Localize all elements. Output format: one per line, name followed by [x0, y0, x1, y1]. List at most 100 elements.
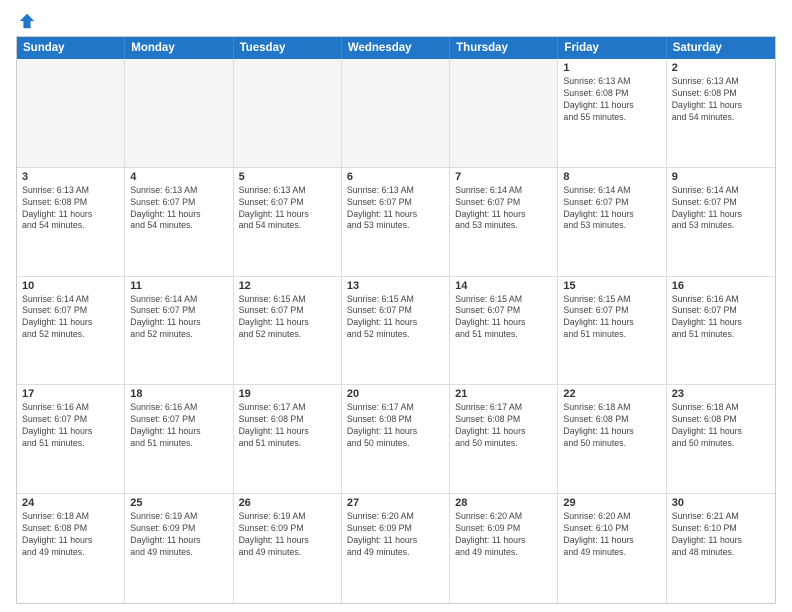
calendar-cell: 11Sunrise: 6:14 AMSunset: 6:07 PMDayligh… — [125, 277, 233, 385]
cell-info: Sunrise: 6:16 AMSunset: 6:07 PMDaylight:… — [672, 294, 770, 342]
cell-info: Sunrise: 6:16 AMSunset: 6:07 PMDaylight:… — [22, 402, 119, 450]
cell-info: Sunrise: 6:14 AMSunset: 6:07 PMDaylight:… — [672, 185, 770, 233]
calendar-cell: 17 Sunrise: 6:16 AMSunset: 6:07 PMDayligh… — [17, 385, 125, 493]
calendar-cell: 24 Sunrise: 6:18 AMSunset: 6:08 PMDayligh… — [17, 494, 125, 603]
calendar-cell: 16 Sunrise: 6:16 AMSunset: 6:07 PMDayligh… — [667, 277, 775, 385]
calendar-cell: 10 Sunrise: 6:14 AMSunset: 6:07 PMDayligh… — [17, 277, 125, 385]
day-number: 28 — [455, 497, 552, 509]
page: SundayMondayTuesdayWednesdayThursdayFrid… — [0, 0, 792, 612]
day-number: 24 — [22, 497, 119, 509]
day-number: 27 — [347, 497, 444, 509]
cell-info: Sunrise: 6:13 AMSunset: 6:07 PMDaylight:… — [130, 185, 227, 233]
calendar-cell: 19 Sunrise: 6:17 AMSunset: 6:08 PMDayligh… — [234, 385, 342, 493]
cell-info: Sunrise: 6:18 AMSunset: 6:08 PMDaylight:… — [672, 402, 770, 450]
calendar-cell — [125, 59, 233, 167]
day-number: 15 — [563, 280, 660, 292]
calendar-cell: 29Sunrise: 6:20 AMSunset: 6:10 PMDayligh… — [558, 494, 666, 603]
day-number: 4 — [130, 171, 227, 183]
cell-info: Sunrise: 6:14 AMSunset: 6:07 PMDaylight:… — [563, 185, 660, 233]
calendar-cell: 13Sunrise: 6:15 AMSunset: 6:07 PMDayligh… — [342, 277, 450, 385]
cell-info: Sunrise: 6:15 AMSunset: 6:07 PMDaylight:… — [347, 294, 444, 342]
cell-info: Sunrise: 6:14 AMSunset: 6:07 PMDaylight:… — [22, 294, 119, 342]
calendar-header-day: Wednesday — [342, 37, 450, 59]
calendar-cell: 20Sunrise: 6:17 AMSunset: 6:08 PMDayligh… — [342, 385, 450, 493]
day-number: 30 — [672, 497, 770, 509]
calendar-cell: 22Sunrise: 6:18 AMSunset: 6:08 PMDayligh… — [558, 385, 666, 493]
cell-info: Sunrise: 6:19 AMSunset: 6:09 PMDaylight:… — [130, 511, 227, 559]
cell-info: Sunrise: 6:15 AMSunset: 6:07 PMDaylight:… — [455, 294, 552, 342]
calendar-header-day: Thursday — [450, 37, 558, 59]
day-number: 1 — [563, 62, 660, 74]
cell-info: Sunrise: 6:13 AMSunset: 6:08 PMDaylight:… — [672, 76, 770, 124]
calendar-cell — [234, 59, 342, 167]
day-number: 25 — [130, 497, 227, 509]
day-number: 16 — [672, 280, 770, 292]
calendar-row: 17 Sunrise: 6:16 AMSunset: 6:07 PMDayligh… — [17, 385, 775, 494]
calendar-cell: 14 Sunrise: 6:15 AMSunset: 6:07 PMDayligh… — [450, 277, 558, 385]
calendar-cell: 26 Sunrise: 6:19 AMSunset: 6:09 PMDayligh… — [234, 494, 342, 603]
cell-info: Sunrise: 6:15 AMSunset: 6:07 PMDaylight:… — [563, 294, 660, 342]
cell-info: Sunrise: 6:18 AMSunset: 6:08 PMDaylight:… — [22, 511, 119, 559]
calendar-header-day: Monday — [125, 37, 233, 59]
day-number: 7 — [455, 171, 552, 183]
cell-info: Sunrise: 6:14 AMSunset: 6:07 PMDaylight:… — [455, 185, 552, 233]
day-number: 12 — [239, 280, 336, 292]
calendar-cell: 23 Sunrise: 6:18 AMSunset: 6:08 PMDayligh… — [667, 385, 775, 493]
calendar-row: 10 Sunrise: 6:14 AMSunset: 6:07 PMDayligh… — [17, 277, 775, 386]
calendar: SundayMondayTuesdayWednesdayThursdayFrid… — [16, 36, 776, 604]
cell-info: Sunrise: 6:17 AMSunset: 6:08 PMDaylight:… — [347, 402, 444, 450]
calendar-cell: 5 Sunrise: 6:13 AMSunset: 6:07 PMDaylight… — [234, 168, 342, 276]
calendar-cell: 4 Sunrise: 6:13 AMSunset: 6:07 PMDaylight… — [125, 168, 233, 276]
calendar-cell: 28 Sunrise: 6:20 AMSunset: 6:09 PMDayligh… — [450, 494, 558, 603]
day-number: 3 — [22, 171, 119, 183]
day-number: 21 — [455, 388, 552, 400]
calendar-header: SundayMondayTuesdayWednesdayThursdayFrid… — [17, 37, 775, 59]
calendar-row: 24 Sunrise: 6:18 AMSunset: 6:08 PMDayligh… — [17, 494, 775, 603]
cell-info: Sunrise: 6:13 AMSunset: 6:08 PMDaylight:… — [22, 185, 119, 233]
calendar-cell: 18Sunrise: 6:16 AMSunset: 6:07 PMDayligh… — [125, 385, 233, 493]
calendar-header-day: Friday — [558, 37, 666, 59]
day-number: 9 — [672, 171, 770, 183]
calendar-row: 3 Sunrise: 6:13 AMSunset: 6:08 PMDaylight… — [17, 168, 775, 277]
logo-icon — [18, 12, 36, 30]
cell-info: Sunrise: 6:13 AMSunset: 6:08 PMDaylight:… — [563, 76, 660, 124]
calendar-cell — [450, 59, 558, 167]
calendar-cell: 25 Sunrise: 6:19 AMSunset: 6:09 PMDayligh… — [125, 494, 233, 603]
day-number: 2 — [672, 62, 770, 74]
cell-info: Sunrise: 6:20 AMSunset: 6:09 PMDaylight:… — [347, 511, 444, 559]
cell-info: Sunrise: 6:20 AMSunset: 6:09 PMDaylight:… — [455, 511, 552, 559]
header — [16, 12, 776, 28]
day-number: 17 — [22, 388, 119, 400]
calendar-cell: 9 Sunrise: 6:14 AMSunset: 6:07 PMDaylight… — [667, 168, 775, 276]
logo — [16, 12, 36, 28]
calendar-cell: 30Sunrise: 6:21 AMSunset: 6:10 PMDayligh… — [667, 494, 775, 603]
day-number: 19 — [239, 388, 336, 400]
calendar-row: 1 Sunrise: 6:13 AMSunset: 6:08 PMDaylight… — [17, 59, 775, 168]
cell-info: Sunrise: 6:19 AMSunset: 6:09 PMDaylight:… — [239, 511, 336, 559]
cell-info: Sunrise: 6:18 AMSunset: 6:08 PMDaylight:… — [563, 402, 660, 450]
day-number: 10 — [22, 280, 119, 292]
day-number: 23 — [672, 388, 770, 400]
calendar-cell: 27 Sunrise: 6:20 AMSunset: 6:09 PMDayligh… — [342, 494, 450, 603]
cell-info: Sunrise: 6:17 AMSunset: 6:08 PMDaylight:… — [455, 402, 552, 450]
calendar-cell: 2 Sunrise: 6:13 AMSunset: 6:08 PMDaylight… — [667, 59, 775, 167]
cell-info: Sunrise: 6:13 AMSunset: 6:07 PMDaylight:… — [239, 185, 336, 233]
day-number: 5 — [239, 171, 336, 183]
day-number: 26 — [239, 497, 336, 509]
calendar-cell — [342, 59, 450, 167]
day-number: 6 — [347, 171, 444, 183]
calendar-cell: 21 Sunrise: 6:17 AMSunset: 6:08 PMDayligh… — [450, 385, 558, 493]
cell-info: Sunrise: 6:16 AMSunset: 6:07 PMDaylight:… — [130, 402, 227, 450]
calendar-header-day: Tuesday — [234, 37, 342, 59]
calendar-cell: 7 Sunrise: 6:14 AMSunset: 6:07 PMDaylight… — [450, 168, 558, 276]
calendar-cell: 12Sunrise: 6:15 AMSunset: 6:07 PMDayligh… — [234, 277, 342, 385]
calendar-header-day: Saturday — [667, 37, 775, 59]
calendar-cell: 1 Sunrise: 6:13 AMSunset: 6:08 PMDaylight… — [558, 59, 666, 167]
cell-info: Sunrise: 6:14 AMSunset: 6:07 PMDaylight:… — [130, 294, 227, 342]
calendar-cell: 6 Sunrise: 6:13 AMSunset: 6:07 PMDaylight… — [342, 168, 450, 276]
calendar-cell — [17, 59, 125, 167]
day-number: 14 — [455, 280, 552, 292]
cell-info: Sunrise: 6:13 AMSunset: 6:07 PMDaylight:… — [347, 185, 444, 233]
cell-info: Sunrise: 6:17 AMSunset: 6:08 PMDaylight:… — [239, 402, 336, 450]
calendar-header-day: Sunday — [17, 37, 125, 59]
